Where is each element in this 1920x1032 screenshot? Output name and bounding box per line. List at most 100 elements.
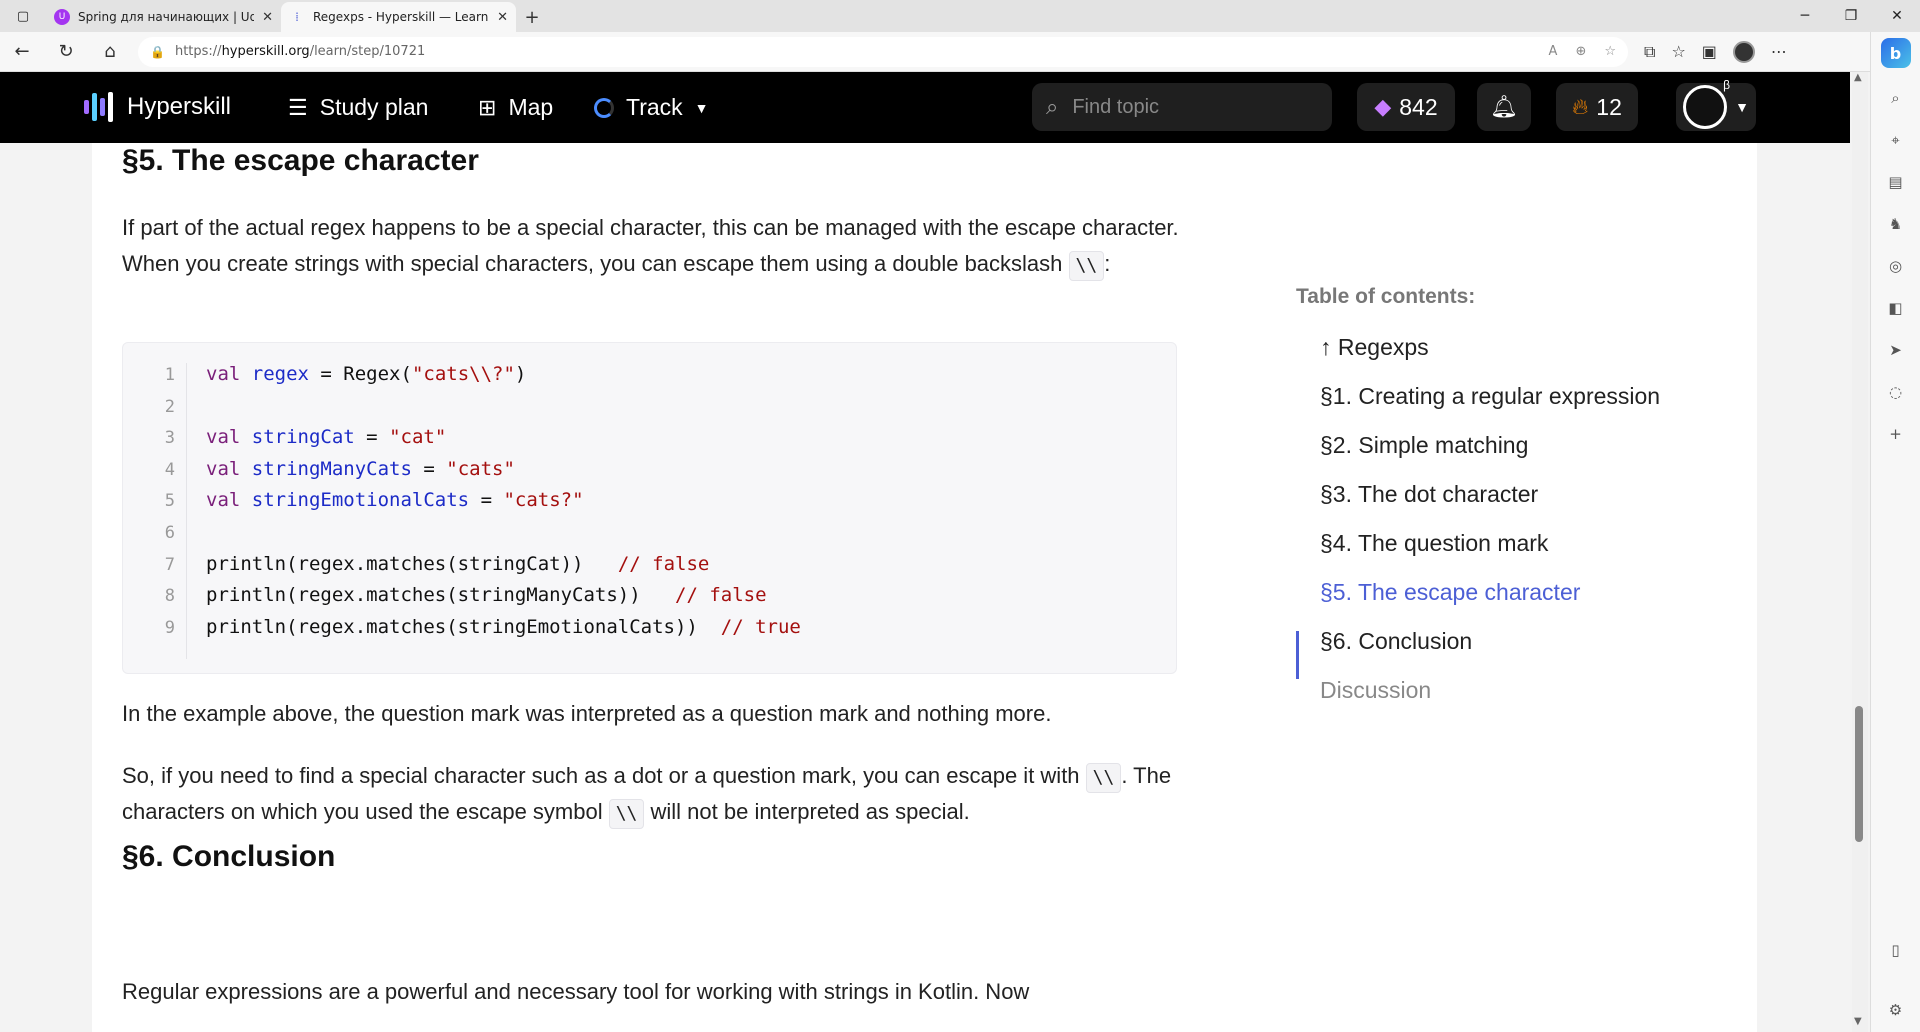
gem-icon: ◆ (1374, 94, 1392, 119)
url-path: /learn/step/10721 (309, 44, 426, 59)
favorite-star-icon[interactable]: ☆ (1604, 44, 1616, 59)
streak-counter[interactable]: 🔥︎ 12 (1556, 83, 1638, 131)
find-topic-search[interactable]: ⌕ (1032, 83, 1332, 131)
toc-item[interactable]: §5. The escape character (1320, 579, 1580, 606)
panel-icon[interactable]: ▯ (1884, 938, 1908, 962)
profile-avatar[interactable] (1732, 40, 1755, 63)
browser-tab-hyperskill[interactable]: ⁞ Regexps - Hyperskill — Learn pro ✕ (281, 2, 516, 32)
extensions-icon[interactable]: ⧉ (1644, 42, 1655, 62)
line-number: 3 (164, 428, 175, 449)
collections-icon[interactable]: ▣ (1702, 42, 1717, 61)
home-icon[interactable]: ⌂ (88, 32, 132, 72)
string-literal: "cat" (389, 426, 447, 449)
fire-icon: 🔥︎ (1572, 94, 1589, 119)
line-number: 1 (164, 365, 175, 385)
toc-item[interactable]: §6. Conclusion (1320, 628, 1472, 655)
settings-gear-icon[interactable]: ⚙ (1884, 998, 1908, 1022)
udemy-favicon-icon: U (54, 9, 70, 25)
close-tab-icon[interactable]: ✕ (497, 10, 508, 25)
toc-item[interactable]: §2. Simple matching (1320, 432, 1528, 459)
toc-item[interactable]: §3. The dot character (1320, 481, 1538, 508)
streak-value: 12 (1596, 93, 1622, 120)
identifier: regex (251, 363, 309, 385)
page-scrollbar[interactable] (1852, 72, 1868, 1032)
track-progress-icon (594, 97, 614, 118)
map-grid-icon: ⊞ (478, 94, 497, 120)
line-number: 5 (164, 491, 175, 512)
line-number: 6 (164, 523, 175, 543)
gems-counter[interactable]: ◆ 842 (1357, 83, 1455, 131)
code-line: println(regex.matches(stringManyCats)) /… (206, 584, 767, 606)
scrollbar-thumb[interactable] (1855, 706, 1863, 842)
code-line: println(regex.matches(stringEmotionalCat… (206, 616, 801, 638)
comment: // false (640, 584, 767, 607)
code-text: println(regex.matches(stringCat)) (206, 552, 584, 575)
close-tab-icon[interactable]: ✕ (262, 10, 273, 25)
games-icon[interactable]: ♞ (1884, 212, 1908, 236)
search-input[interactable] (1072, 95, 1293, 119)
toc-item[interactable]: ↑ Regexps (1320, 334, 1429, 361)
tab-actions-icon[interactable]: ▢ (0, 0, 46, 32)
scroll-down-icon[interactable]: ▼ (1854, 1016, 1862, 1027)
code-text: = Regex( (308, 363, 412, 385)
url-field[interactable]: 🔒 https://hyperskill.org/learn/step/1072… (138, 36, 1628, 67)
hyperskill-logo[interactable]: Hyperskill (84, 90, 231, 124)
nav-study-plan[interactable]: ☰ Study plan (288, 94, 428, 121)
toc-item[interactable]: §4. The question mark (1320, 530, 1548, 557)
more-menu-icon[interactable]: ⋯ (1771, 42, 1787, 61)
line-number-gutter: 1 2 3 4 5 6 7 8 9 (123, 363, 187, 659)
paragraph: So, if you need to find a special charac… (122, 758, 1182, 830)
code-line: val stringEmotionalCats = "cats?" (206, 489, 584, 511)
briefcase-icon[interactable]: ▤ (1884, 170, 1908, 194)
inline-code: \\ (1085, 763, 1122, 793)
hyperskill-favicon-icon: ⁞ (295, 10, 299, 24)
toc-item[interactable]: §1. Creating a regular expression (1320, 383, 1660, 410)
new-tab-button[interactable]: + (516, 2, 548, 32)
paragraph: If part of the actual regex happens to b… (122, 210, 1182, 282)
scroll-up-icon[interactable]: ▲ (1854, 72, 1862, 83)
user-menu[interactable]: β ▼ (1676, 78, 1756, 131)
nav-track[interactable]: Track ▼ (594, 94, 709, 121)
tag-icon[interactable]: ⌖ (1884, 128, 1908, 152)
url-scheme: https:// (174, 44, 222, 59)
code-text: ) (514, 363, 527, 385)
chevron-down-icon: ▼ (1735, 99, 1749, 115)
line-number: 2 (164, 396, 175, 417)
hyperskill-logo-icon (84, 90, 113, 124)
bing-copilot-icon[interactable]: b (1880, 38, 1911, 68)
keyword: val (206, 363, 241, 385)
restore-icon[interactable]: ❐ (1828, 0, 1874, 32)
avatar: β (1683, 78, 1730, 129)
favorites-icon[interactable]: ☆ (1671, 42, 1685, 61)
keyword: val (206, 489, 241, 512)
refresh-icon[interactable]: ↻ (44, 32, 88, 72)
drop-icon[interactable]: ◌ (1884, 380, 1908, 404)
send-icon[interactable]: ➤ (1884, 338, 1908, 362)
chevron-down-icon: ▼ (694, 99, 709, 116)
search-icon[interactable]: ⌕ (1884, 86, 1908, 110)
read-aloud-icon[interactable]: A (1549, 44, 1558, 59)
notifications-button[interactable]: 🔔︎ (1477, 83, 1531, 131)
toc-item[interactable]: Discussion (1320, 677, 1431, 704)
browser-tab-udemy[interactable]: U Spring для начинающих | Udem ✕ (46, 2, 281, 32)
bell-icon: 🔔︎ (1490, 94, 1518, 119)
circle-icon[interactable]: ◎ (1884, 254, 1908, 278)
keyword: val (206, 457, 241, 480)
office-icon[interactable]: ◧ (1884, 296, 1908, 320)
code-line: val stringCat = "cat" (206, 426, 446, 448)
section-heading: §6. Conclusion (122, 840, 336, 873)
close-window-icon[interactable]: ✕ (1874, 0, 1920, 32)
page-viewport: §5. The escape character If part of the … (0, 72, 1850, 1032)
back-icon[interactable]: ← (0, 32, 44, 72)
search-icon: ⌕ (1046, 94, 1059, 120)
minimize-icon[interactable]: ─ (1782, 0, 1828, 32)
identifier: stringCat (251, 426, 355, 449)
line-number: 4 (164, 459, 175, 480)
add-icon[interactable]: + (1884, 422, 1908, 446)
site-header: Hyperskill ☰ Study plan ⊞ Map Track ▼ ⌕ … (0, 72, 1850, 143)
nav-map[interactable]: ⊞ Map (478, 94, 553, 121)
toc-title: Table of contents: (1296, 285, 1476, 308)
paragraph-text: will not be interpreted as special. (644, 799, 970, 824)
zoom-icon[interactable]: ⊕ (1575, 44, 1586, 59)
tab-title: Spring для начинающих | Udem (78, 10, 255, 24)
